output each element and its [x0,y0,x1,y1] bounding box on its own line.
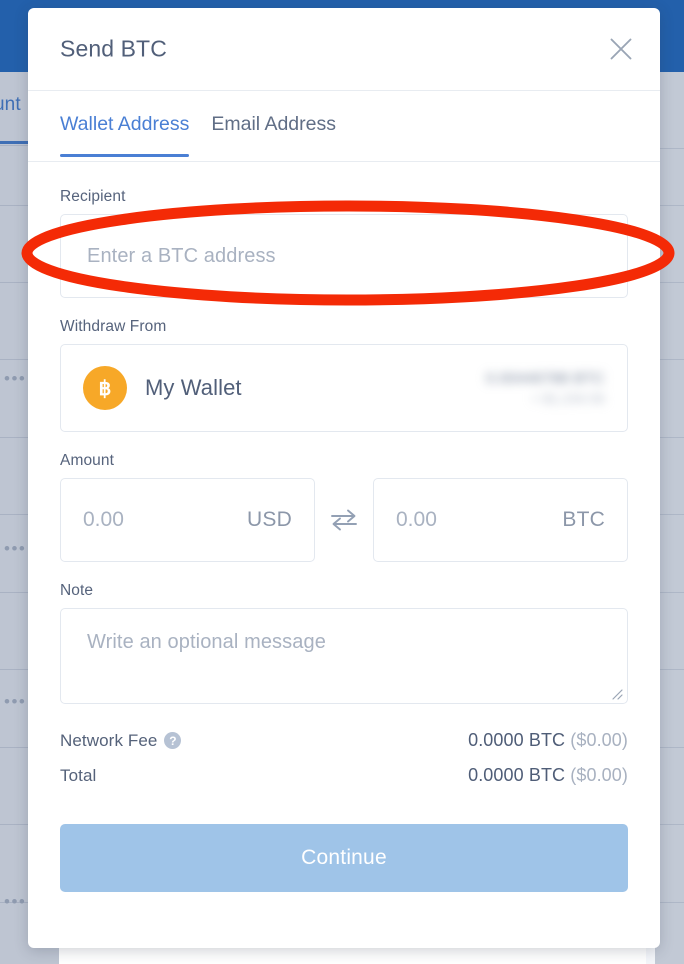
close-icon[interactable] [604,32,638,66]
swap-arrows-icon[interactable] [315,507,373,533]
wallet-selector[interactable]: ฿ My Wallet 0.00446788 BTC ≈ $1,234.56 [60,344,628,432]
fee-summary: Network Fee ? 0.0000 BTC ($0.00) Total 0… [60,730,628,786]
amount-row: 0.00 USD 0.00 BTC [60,478,628,562]
wallet-name: My Wallet [145,375,242,400]
recipient-placeholder: Enter a BTC address [87,244,276,267]
modal-tabs: Wallet Address Email Address [28,91,660,162]
amount-crypto-input[interactable]: 0.00 BTC [373,478,628,562]
modal-header: Send BTC [28,8,660,91]
total-fiat: ($0.00) [570,765,628,785]
wallet-balance-secondary: ≈ $1,234.56 [532,391,605,406]
network-fee-row: Network Fee ? 0.0000 BTC ($0.00) [60,730,628,751]
note-label: Note [60,582,94,599]
continue-button[interactable]: Continue [60,824,628,892]
amount-crypto-placeholder: 0.00 [396,508,437,531]
row-overflow-menu[interactable]: ••• [4,540,26,557]
amount-crypto-currency: BTC [562,508,605,531]
tab-email-address[interactable]: Email Address [211,91,336,156]
network-fee-amount: 0.0000 BTC [468,730,566,750]
total-amount: 0.0000 BTC [468,765,566,785]
amount-fiat-input[interactable]: 0.00 USD [60,478,315,562]
help-icon[interactable]: ? [164,732,182,749]
withdraw-from-section: Withdraw From ฿ My Wallet 0.00446788 BTC… [60,318,628,432]
wallet-balance: 0.00446788 BTC ≈ $1,234.56 [486,370,605,406]
wallet-balance-primary: 0.00446788 BTC [485,370,605,387]
send-btc-modal: Send BTC Wallet Address Email Address Re… [28,8,660,948]
network-fee-label: Network Fee [60,730,158,750]
network-fee-value: 0.0000 BTC ($0.00) [468,730,628,751]
amount-fiat-placeholder: 0.00 [83,508,124,531]
amount-label: Amount [60,452,115,469]
row-overflow-menu[interactable]: ••• [4,693,26,710]
note-section: Note Write an optional message [60,582,628,704]
resize-handle-icon[interactable] [609,686,623,700]
tab-wallet-address[interactable]: Wallet Address [60,91,190,157]
recipient-input[interactable]: Enter a BTC address [60,214,628,298]
row-overflow-menu[interactable]: ••• [4,893,26,910]
total-value: 0.0000 BTC ($0.00) [468,765,628,786]
recipient-section: Recipient Enter a BTC address [60,188,628,298]
total-label: Total [60,765,97,785]
network-fee-label-group: Network Fee ? [60,730,182,751]
total-row: Total 0.0000 BTC ($0.00) [60,765,628,786]
row-overflow-menu[interactable]: ••• [4,370,26,387]
amount-fiat-currency: USD [247,508,292,531]
bitcoin-icon: ฿ [83,366,127,410]
svg-text:฿: ฿ [99,378,112,400]
withdraw-from-label: Withdraw From [60,318,167,335]
amount-section: Amount 0.00 USD 0.00 BTC [60,452,628,562]
note-textarea[interactable]: Write an optional message [60,608,628,704]
modal-body: Recipient Enter a BTC address Withdraw F… [28,162,660,892]
network-fee-fiat: ($0.00) [570,730,628,750]
recipient-label: Recipient [60,188,126,205]
note-placeholder: Write an optional message [87,631,326,653]
modal-title: Send BTC [60,35,167,62]
